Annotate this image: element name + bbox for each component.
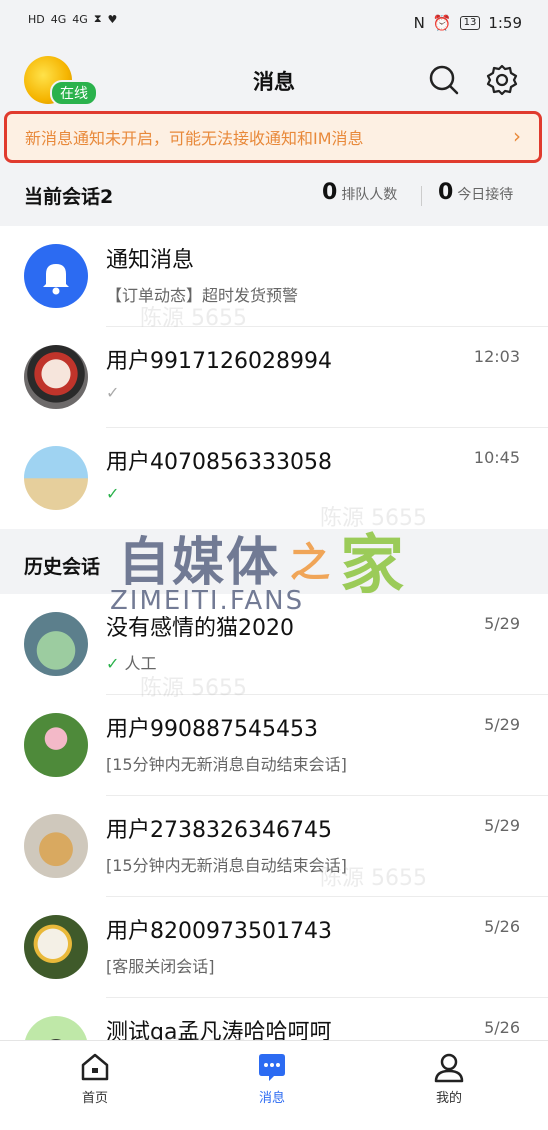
- alarm-icon: ⏰: [432, 14, 452, 32]
- session-time: 5/26: [484, 917, 520, 936]
- list-item[interactable]: 用户4070856333058 ✓ 10:45: [0, 428, 548, 529]
- tab-mine[interactable]: 我的: [404, 1051, 494, 1106]
- session-name: 用户8200973501743: [106, 919, 332, 944]
- avatar: [24, 915, 88, 979]
- current-sessions-header: 当前会话2 0 排队人数 0 今日接待: [0, 168, 548, 224]
- notice-text: 新消息通知未开启，可能无法接收通知和IM消息: [25, 129, 364, 148]
- list-item[interactable]: 用户8200973501743 [客服关闭会话] 5/26: [0, 897, 548, 998]
- list-item[interactable]: 通知消息 【订单动态】超时发货预警: [0, 226, 548, 327]
- session-preview: 【订单动态】超时发货预警: [106, 286, 299, 305]
- read-check-icon: ✓: [106, 484, 120, 503]
- bottom-tab-bar: 首页 消息 我的: [0, 1040, 548, 1130]
- avatar: [24, 244, 88, 308]
- home-icon: [81, 1053, 109, 1081]
- user-icon: [434, 1053, 464, 1083]
- divider: [421, 186, 422, 206]
- session-preview: [客服关闭会话]: [106, 957, 215, 976]
- session-preview: [15分钟内无新消息自动结束会话]: [106, 856, 347, 875]
- today-stat: 0 今日接待: [438, 180, 513, 205]
- status-left-icons: HD 4G 4G ⧗ ♥: [28, 12, 117, 26]
- current-sessions-title: 当前会话2: [24, 186, 114, 208]
- tab-messages-label: 消息: [258, 1091, 285, 1106]
- history-sessions-list: 没有感情的猫2020 ✓ 人工 5/29 用户990887545453 [15分…: [0, 594, 548, 1099]
- session-name: 用户2738326346745: [106, 818, 332, 843]
- signal-icon: 4G: [50, 12, 67, 26]
- queue-label: 排队人数: [341, 187, 398, 203]
- status-bar: HD 4G 4G ⧗ ♥ N ⏰ 13 1:59: [0, 0, 548, 48]
- nfc-icon: N: [413, 14, 425, 32]
- page-title: 消息: [253, 70, 295, 94]
- gear-icon[interactable]: [486, 64, 518, 96]
- session-name: 用户990887545453: [106, 717, 318, 742]
- session-preview: [15分钟内无新消息自动结束会话]: [106, 755, 347, 774]
- chevron-right-icon: ›: [513, 124, 521, 148]
- session-name: 通知消息: [106, 248, 195, 273]
- avatar: [24, 713, 88, 777]
- session-time: 5/29: [484, 816, 520, 835]
- avatar: [24, 446, 88, 510]
- signal-icon: 4G: [72, 12, 88, 26]
- search-icon[interactable]: [428, 64, 460, 96]
- list-item[interactable]: 用户990887545453 [15分钟内无新消息自动结束会话] 5/29: [0, 695, 548, 796]
- battery-icon: 13: [459, 16, 481, 30]
- tab-home[interactable]: 首页: [50, 1051, 140, 1106]
- session-time: 5/29: [484, 715, 520, 734]
- tab-mine-label: 我的: [435, 1091, 462, 1106]
- list-item[interactable]: 没有感情的猫2020 ✓ 人工 5/29: [0, 594, 548, 695]
- current-sessions-list: 通知消息 【订单动态】超时发货预警 用户9917126028994 ✓ 12:0…: [0, 226, 548, 529]
- header: 在线 消息: [0, 48, 548, 110]
- status-right: N ⏰ 13 1:59: [414, 14, 522, 32]
- session-name: 用户4070856333058: [106, 450, 332, 475]
- queue-count: 0: [322, 180, 338, 205]
- hd-icon: HD: [28, 12, 45, 26]
- list-item[interactable]: 用户9917126028994 ✓ 12:03: [0, 327, 548, 428]
- bell-icon: [43, 264, 69, 295]
- session-name: 没有感情的猫2020: [106, 616, 294, 641]
- message-icon: [259, 1054, 285, 1081]
- heart-icon: ♥: [107, 12, 118, 26]
- session-time: 5/29: [484, 614, 520, 633]
- session-name: 用户9917126028994: [106, 349, 332, 374]
- status-time: 1:59: [488, 14, 522, 32]
- avatar: [24, 345, 88, 409]
- avatar: [24, 814, 88, 878]
- hourglass-icon: ⧗: [93, 12, 102, 25]
- history-sessions-title: 历史会话: [24, 556, 101, 578]
- read-check-icon: ✓: [106, 383, 120, 402]
- session-time: 12:03: [473, 347, 520, 366]
- session-time: 10:45: [473, 448, 520, 467]
- avatar: [24, 612, 88, 676]
- list-item[interactable]: 用户2738326346745 [15分钟内无新消息自动结束会话] 5/29: [0, 796, 548, 897]
- check-icon: ✓: [106, 654, 120, 673]
- notification-disabled-banner[interactable]: 新消息通知未开启，可能无法接收通知和IM消息 ›: [4, 111, 542, 163]
- queue-stat: 0 排队人数: [322, 180, 397, 205]
- today-count: 0: [438, 180, 454, 205]
- session-time: 5/26: [484, 1018, 520, 1037]
- session-preview: ✓ 人工: [106, 654, 157, 673]
- history-sessions-header: 历史会话: [0, 530, 548, 592]
- tab-messages[interactable]: 消息: [227, 1051, 317, 1106]
- tab-home-label: 首页: [81, 1091, 108, 1106]
- today-label: 今日接待: [457, 187, 514, 203]
